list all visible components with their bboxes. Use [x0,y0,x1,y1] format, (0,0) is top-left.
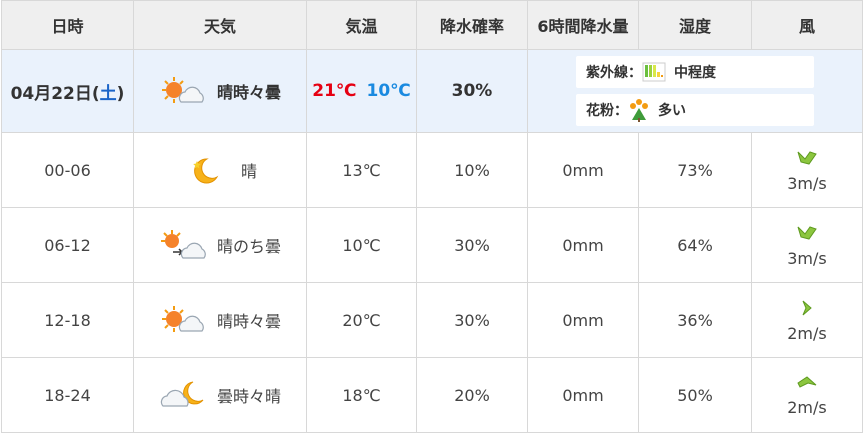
table-row: 18-24 曇時々晴 18℃ 20% 0mm 50% 2m/s [1,357,863,433]
row-time: 12-18 [1,282,134,358]
header-datetime: 日時 [1,0,134,50]
day-precip-prob: 30% [416,49,528,133]
row-weather: 晴時々曇 [133,282,307,358]
temp-max: 21℃ [312,81,357,101]
row-rain: 0mm [527,357,639,433]
pollen-label: 花粉： [586,103,628,119]
row-wind: 3m/s [751,132,863,208]
temp-min: 10℃ [366,81,411,101]
table-row: 00-06 晴 13℃ 10% 0mm 73% 3m/s [1,132,863,208]
uv-index-box: 紫外線： 中程度 [576,56,814,88]
row-humidity: 50% [638,357,752,433]
wind-speed: 3m/s [787,248,827,268]
table-row: 12-18 晴時々曇 20℃ 30% 0mm 36% 2m/s [1,282,863,358]
wind-speed: 2m/s [787,323,827,343]
row-temp: 20℃ [306,282,417,358]
row-time: 18-24 [1,357,134,433]
row-humidity: 73% [638,132,752,208]
forecast-table: 日時 天気 気温 降水確率 6時間降水量 湿度 風 04月22日(土) 晴時々曇… [1,0,863,433]
day-of-week: 土 [99,83,117,104]
day-summary-row: 04月22日(土) 晴時々曇 21℃ 10℃ 30% 紫外線： 中程度 花粉： … [1,49,863,133]
moon-icon [183,153,223,187]
date-close: ) [116,83,125,104]
row-wind: 3m/s [751,207,863,283]
uv-icon [642,62,666,82]
row-rain: 0mm [527,132,639,208]
cloud-moon-icon [159,378,211,412]
row-weather-label: 曇時々晴 [216,387,281,406]
wind-arrow-west-icon [797,298,817,318]
row-pop: 10% [416,132,528,208]
row-weather-label: 晴 [240,162,257,181]
row-humidity: 36% [638,282,752,358]
day-pop-value: 30% [451,81,493,101]
pollen-index-box: 花粉： 多い [576,94,814,126]
sun-cloud-icon [159,74,211,108]
wind-arrow-north-icon [795,374,819,392]
header-temperature: 気温 [306,0,417,50]
header-row: 日時 天気 気温 降水確率 6時間降水量 湿度 風 [1,0,863,50]
sun-then-cloud-icon [159,228,211,262]
row-wind: 2m/s [751,282,863,358]
row-rain: 0mm [527,282,639,358]
row-temp: 18℃ [306,357,417,433]
wind-arrow-southwest-icon [795,148,819,168]
uv-value: 中程度 [674,65,716,81]
day-temperature: 21℃ 10℃ [306,49,417,133]
row-weather: 曇時々晴 [133,357,307,433]
header-humidity: 湿度 [638,0,752,50]
row-time: 00-06 [1,132,134,208]
row-weather: 晴 [133,132,307,208]
day-weather: 晴時々曇 [133,49,307,133]
day-weather-label: 晴時々曇 [216,83,281,102]
row-pop: 20% [416,357,528,433]
row-weather-label: 晴のち曇 [216,237,281,256]
pollen-icon [628,98,650,122]
row-humidity: 64% [638,207,752,283]
row-weather: 晴のち曇 [133,207,307,283]
row-temp: 10℃ [306,207,417,283]
wind-arrow-southwest-icon [795,223,819,243]
day-indices: 紫外線： 中程度 花粉： 多い [527,49,863,133]
row-weather-label: 晴時々曇 [216,312,281,331]
row-temp: 13℃ [306,132,417,208]
day-date: 04月22日(土) [1,49,134,133]
row-rain: 0mm [527,207,639,283]
row-wind: 2m/s [751,357,863,433]
row-pop: 30% [416,207,528,283]
uv-label: 紫外線： [586,65,642,81]
header-wind: 風 [751,0,863,50]
table-row: 06-12 晴のち曇 10℃ 30% 0mm 64% 3m/s [1,207,863,283]
sun-cloud-icon [159,303,211,337]
wind-speed: 3m/s [787,173,827,193]
header-precip-6h: 6時間降水量 [527,0,639,50]
row-time: 06-12 [1,207,134,283]
pollen-value: 多い [658,103,686,119]
row-pop: 30% [416,282,528,358]
date-text: 04月22日( [10,83,100,104]
wind-speed: 2m/s [787,397,827,417]
header-precip-prob: 降水確率 [416,0,528,50]
header-weather: 天気 [133,0,307,50]
